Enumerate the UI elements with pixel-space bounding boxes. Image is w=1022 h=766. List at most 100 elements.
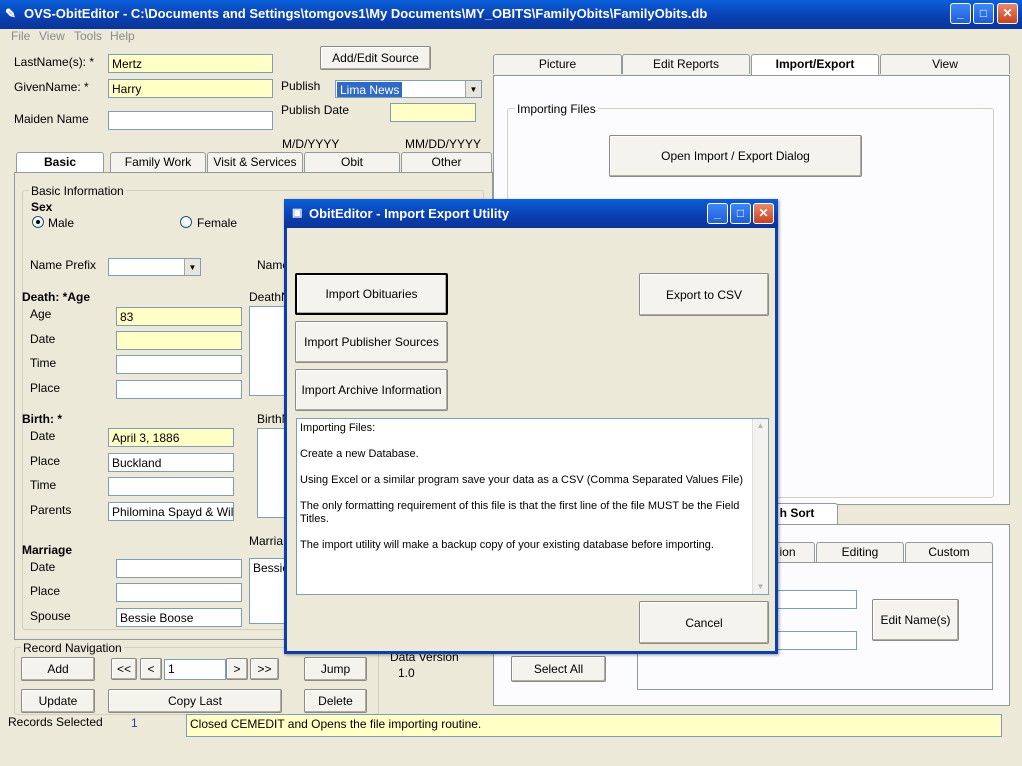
add-record-button[interactable]: Add [21,657,95,681]
copy-last-button[interactable]: Copy Last [108,689,282,713]
select-all-button[interactable]: Select All [511,656,606,682]
marriage-label: Marriage [22,543,73,557]
tab-other[interactable]: Other [401,152,492,172]
record-navigation-title: Record Navigation [21,641,124,655]
dialog-close-button[interactable]: ✕ [753,203,774,224]
format-hint-mmdd: MM/DD/YYYY [405,137,482,151]
export-to-csv-button[interactable]: Export to CSV [639,273,769,316]
import-help-text[interactable]: Importing Files: Create a new Database. … [296,418,769,595]
female-label: Female [197,216,238,230]
spouse-input[interactable]: Bessie Boose [116,608,242,627]
scroll-up-icon[interactable]: ▲ [753,419,768,433]
help-line: Using Excel or a similar program save yo… [300,474,744,486]
help-text-scrollbar[interactable]: ▲ ▼ [752,419,768,594]
cancel-button[interactable]: Cancel [639,601,769,644]
menu-tools[interactable]: Tools [74,29,102,43]
minimize-button[interactable]: _ [950,3,971,24]
dialog-title: ObitEditor - Import Export Utility [309,206,510,221]
tab-basic[interactable]: Basic [16,152,104,174]
import-obituaries-button[interactable]: Import Obituaries [295,273,448,315]
delete-button[interactable]: Delete [304,689,367,713]
birth-date-input[interactable]: April 3, 1886 [108,428,234,447]
lastname-input[interactable]: Mertz [108,54,273,73]
tab-import-export[interactable]: Import/Export [751,54,879,76]
jump-button[interactable]: Jump [304,657,367,681]
edit-names-button[interactable]: Edit Name(s) [872,599,959,641]
maiden-name-input[interactable] [108,111,273,130]
marriage-notes-input[interactable]: Bessie [249,558,289,624]
tab-obit[interactable]: Obit [304,152,400,172]
publish-date-input[interactable] [390,103,476,122]
chevron-down-icon[interactable]: ▼ [184,259,200,275]
birth-label: Birth: * [22,412,62,426]
death-age-label: Age [30,307,52,321]
first-record-button[interactable]: << [111,658,137,680]
marriage-place-input[interactable] [116,583,242,602]
import-archive-information-button[interactable]: Import Archive Information [295,369,448,411]
menu-file[interactable]: File [11,29,30,43]
prev-record-button[interactable]: < [140,658,162,680]
publish-select[interactable]: Lima News ▼ [335,80,482,98]
birth-notes-input[interactable] [257,428,287,518]
help-line: Create a new Database. [300,448,419,460]
tab-family-work[interactable]: Family Work [110,152,206,172]
open-import-export-dialog-button[interactable]: Open Import / Export Dialog [609,135,862,177]
import-publisher-sources-button[interactable]: Import Publisher Sources [295,321,448,363]
help-line: The only formatting requirement of this … [300,500,740,525]
tab-editing[interactable]: Editing [816,542,904,562]
menu-help[interactable]: Help [110,29,135,43]
death-date-input[interactable] [116,331,242,350]
tab-picture[interactable]: Picture [493,54,622,74]
menu-bar: File View Tools Help [0,29,1022,47]
parents-input[interactable]: Philomina Spayd & Willia [108,502,234,521]
tab-visit-services[interactable]: Visit & Services [207,152,303,172]
givenname-input[interactable]: Harry [108,79,273,98]
maiden-name-label: Maiden Name [14,112,89,126]
birth-place-input[interactable]: Buckland [108,453,234,472]
male-label: Male [48,216,75,230]
app-icon: ✎ [5,6,16,21]
tab-custom[interactable]: Custom [905,542,993,562]
publish-date-label: Publish Date [281,103,350,117]
birth-time-label: Time [30,478,57,492]
death-time-label: Time [30,356,57,370]
tab-edit-reports[interactable]: Edit Reports [622,54,750,74]
dialog-minimize-button[interactable]: _ [707,203,728,224]
last-record-button[interactable]: >> [250,658,279,680]
death-label: Death: *Age [22,290,91,304]
menu-view[interactable]: View [39,29,65,43]
female-radio[interactable] [180,216,192,228]
records-selected-label: Records Selected [8,715,103,729]
update-button[interactable]: Update [21,689,95,713]
record-number-input[interactable]: 1 [164,659,226,680]
chevron-down-icon[interactable]: ▼ [465,81,481,97]
dialog-app-icon: ▣ [292,207,303,219]
status-message: Closed CEMEDIT and Opens the file import… [186,714,1002,737]
scroll-down-icon[interactable]: ▼ [753,580,768,594]
name-prefix-select[interactable]: ▼ [108,258,201,276]
parents-label: Parents [30,503,72,517]
maximize-button[interactable]: □ [973,3,994,24]
dialog-title-bar[interactable]: ▣ ObitEditor - Import Export Utility _ □… [284,199,778,228]
close-button[interactable]: ✕ [997,3,1018,24]
format-hint-md: M/D/YYYY [282,137,340,151]
spouse-label: Spouse [30,609,71,623]
sort-field-2[interactable] [775,631,857,650]
male-radio[interactable] [32,216,44,228]
next-record-button[interactable]: > [226,658,248,680]
publish-selected: Lima News [337,82,403,97]
death-notes-input[interactable] [249,306,289,396]
birth-time-input[interactable] [108,477,234,496]
sex-label: Sex [31,200,53,214]
death-place-label: Place [30,381,61,395]
death-time-input[interactable] [116,355,242,374]
sort-field-1[interactable] [775,590,857,609]
marriage-date-input[interactable] [116,559,242,578]
import-export-dialog: ▣ ObitEditor - Import Export Utility _ □… [284,199,778,654]
tab-view[interactable]: View [880,54,1010,74]
death-place-input[interactable] [116,380,242,399]
death-age-input[interactable]: 83 [116,307,242,326]
window-title-bar[interactable]: ✎ OVS-ObitEditor - C:\Documents and Sett… [0,0,1022,29]
add-edit-source-button[interactable]: Add/Edit Source [320,46,431,70]
dialog-maximize-button[interactable]: □ [730,203,751,224]
